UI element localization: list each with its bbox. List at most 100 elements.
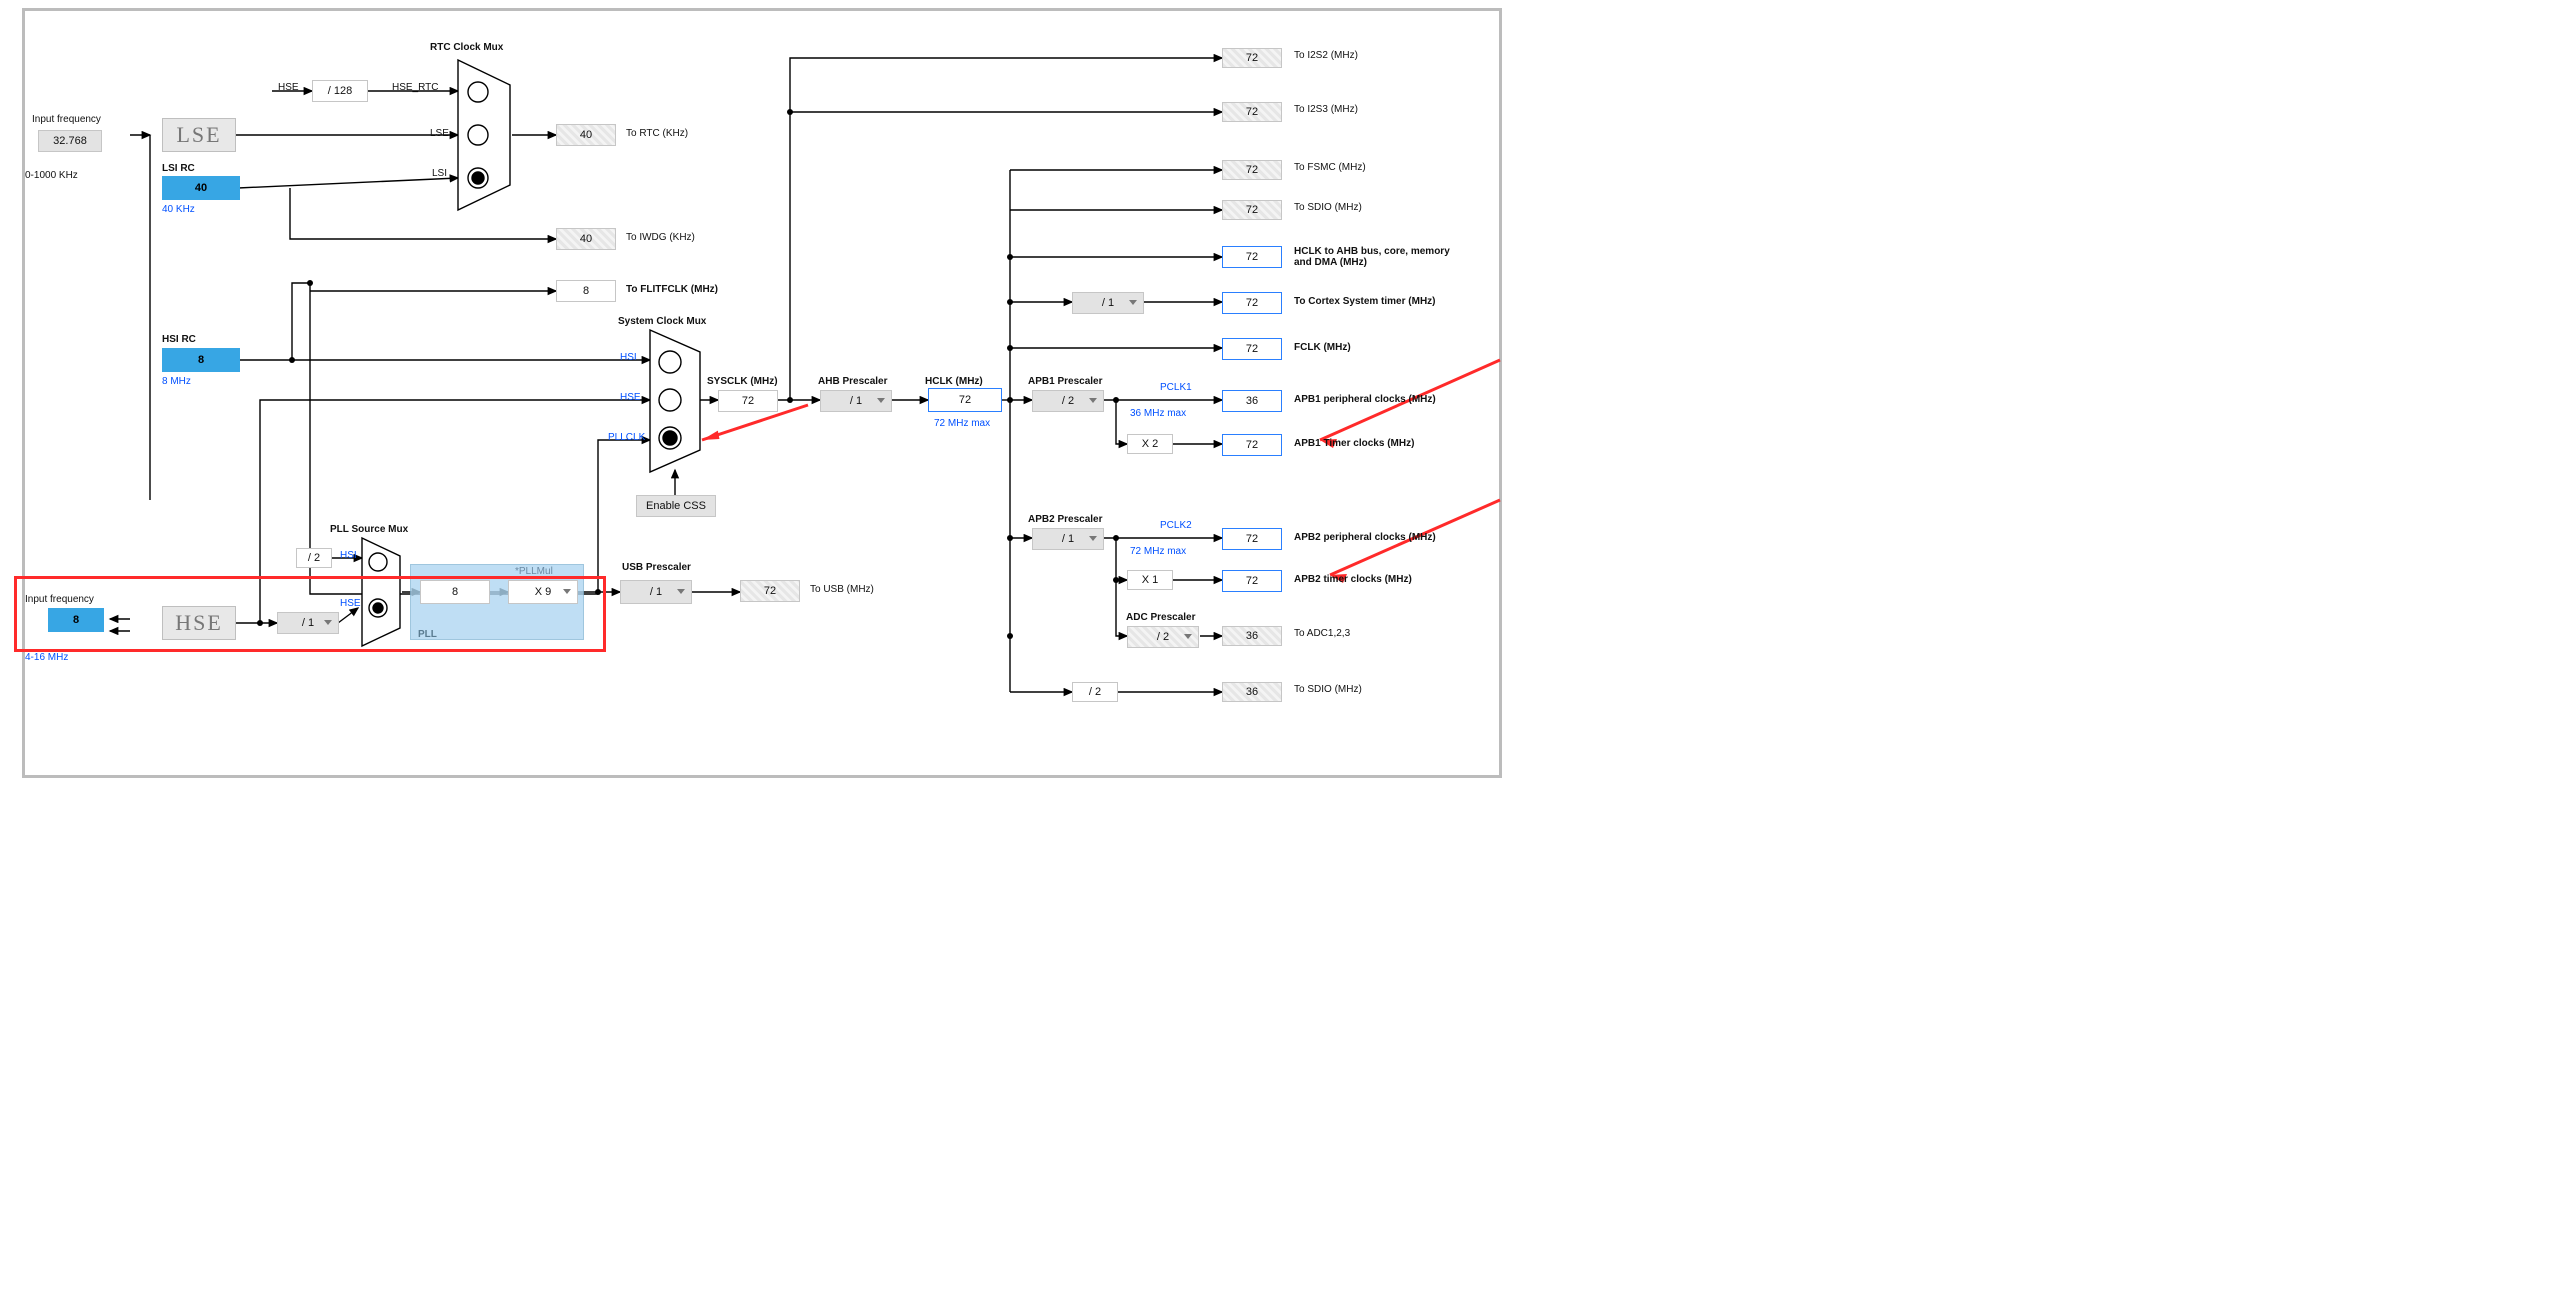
usb-prescaler-label: USB Prescaler: [622, 562, 691, 573]
sys-hsi-label: HSI: [620, 352, 637, 363]
hsi-rc-label: HSI RC: [162, 334, 196, 345]
ahb-prescaler-label: AHB Prescaler: [818, 376, 887, 387]
to-sdio-label: To SDIO (MHz): [1294, 202, 1362, 213]
out-sdio2: 36: [1222, 682, 1282, 702]
chevron-down-icon: [1184, 634, 1192, 639]
out-i2s2: 72: [1222, 48, 1282, 68]
sys-pllclk-label: PLLCLK: [608, 432, 645, 443]
apb2-div-value: / 1: [1062, 533, 1074, 545]
pll-tag: PLL: [418, 629, 437, 640]
sysclk-value[interactable]: 72: [718, 390, 778, 412]
to-flit-label: To FLITFCLK (MHz): [626, 284, 718, 295]
out-i2s3: 72: [1222, 102, 1282, 122]
out-apb2-timer[interactable]: 72: [1222, 570, 1282, 592]
usb-div-value: / 1: [650, 586, 662, 598]
to-rtc-label: To RTC (KHz): [626, 128, 688, 139]
pll-input-value[interactable]: 8: [420, 580, 490, 604]
sdio-div-box: / 2: [1072, 682, 1118, 702]
lsi-hint: 40 KHz: [162, 204, 195, 215]
lse-source: LSE: [162, 118, 236, 152]
hsi-pllsrc-label: HSI: [340, 550, 357, 561]
pll-src-mux-label: PLL Source Mux: [330, 524, 408, 535]
pllmul-tag: *PLLMul: [515, 566, 553, 577]
input-freq-1-label: Input frequency: [32, 114, 101, 125]
to-cortex-label: To Cortex System timer (MHz): [1294, 296, 1436, 307]
adc-prescaler-label: ADC Prescaler: [1126, 612, 1195, 623]
out-fclk[interactable]: 72: [1222, 338, 1282, 360]
to-fsmc-label: To FSMC (MHz): [1294, 162, 1366, 173]
pclk2-label: PCLK2: [1160, 520, 1192, 531]
lsi-value[interactable]: 40: [162, 176, 240, 200]
lse-line-label: LSE: [430, 128, 449, 139]
input-freq-2-value[interactable]: 8: [48, 608, 104, 632]
chevron-down-icon: [877, 398, 885, 403]
hsi-div2-box: / 2: [296, 548, 332, 568]
input-freq-1-range: 0-1000 KHz: [25, 170, 78, 181]
out-apb2-periph[interactable]: 72: [1222, 528, 1282, 550]
cortex-div-select[interactable]: / 1: [1072, 292, 1144, 314]
lsi-rc-label: LSI RC: [162, 163, 195, 174]
to-usb-label: To USB (MHz): [810, 584, 874, 595]
apb2-periph-label: APB2 peripheral clocks (MHz): [1294, 532, 1436, 543]
out-fsmc: 72: [1222, 160, 1282, 180]
rtc-out: 40: [556, 124, 616, 146]
hse-pllsrc-label: HSE: [340, 598, 361, 609]
out-cortex[interactable]: 72: [1222, 292, 1282, 314]
out-hclk[interactable]: 72: [1222, 246, 1282, 268]
sys-hse-label: HSE: [620, 392, 641, 403]
chevron-down-icon: [677, 589, 685, 594]
div128-box: / 128: [312, 80, 368, 102]
hsi-value[interactable]: 8: [162, 348, 240, 372]
hclk-value[interactable]: 72: [928, 388, 1002, 412]
hse-div-value: / 1: [302, 617, 314, 629]
sysclk-label: SYSCLK (MHz): [707, 376, 778, 387]
to-i2s2-label: To I2S2 (MHz): [1294, 50, 1358, 61]
ahb-div-select[interactable]: / 1: [820, 390, 892, 412]
lsi-line-label: LSI: [432, 168, 447, 179]
hclk-max: 72 MHz max: [934, 418, 990, 429]
hse-line-label: HSE: [278, 82, 299, 93]
sys-mux-label: System Clock Mux: [618, 316, 706, 327]
adc-div-select[interactable]: / 2: [1127, 626, 1199, 648]
pll-mul-select[interactable]: X 9: [508, 580, 578, 604]
fclk-label: FCLK (MHz): [1294, 342, 1351, 353]
input-freq-2-label: Input frequency: [25, 594, 94, 605]
enable-css-button[interactable]: Enable CSS: [636, 495, 716, 517]
apb1-prescaler-label: APB1 Prescaler: [1028, 376, 1103, 387]
hse-source: HSE: [162, 606, 236, 640]
out-apb1-timer[interactable]: 72: [1222, 434, 1282, 456]
iwdg-out: 40: [556, 228, 616, 250]
flit-out: 8: [556, 280, 616, 302]
usb-out: 72: [740, 580, 800, 602]
ahb-div-value: / 1: [850, 395, 862, 407]
to-i2s3-label: To I2S3 (MHz): [1294, 104, 1358, 115]
apb1-div-value: / 2: [1062, 395, 1074, 407]
chevron-down-icon: [1129, 300, 1137, 305]
cortex-div-value: / 1: [1102, 297, 1114, 309]
chevron-down-icon: [324, 620, 332, 625]
hse-rtc-label: HSE_RTC: [392, 82, 439, 93]
to-adc-label: To ADC1,2,3: [1294, 628, 1350, 639]
apb1-periph-label: APB1 peripheral clocks (MHz): [1294, 394, 1436, 405]
apb1-timer-label: APB1 Timer clocks (MHz): [1294, 438, 1414, 449]
input-freq-1-value[interactable]: 32.768: [38, 130, 102, 152]
out-adc: 36: [1222, 626, 1282, 646]
hclk-out-label: HCLK to AHB bus, core, memory and DMA (M…: [1294, 246, 1454, 268]
apb2-div-select[interactable]: / 1: [1032, 528, 1104, 550]
hse-div-select[interactable]: / 1: [277, 612, 339, 634]
chevron-down-icon: [1089, 398, 1097, 403]
hclk-label: HCLK (MHz): [925, 376, 983, 387]
clock-tree-diagram: Input frequency 32.768 0-1000 KHz LSE LS…: [0, 0, 1530, 786]
input-freq-2-range: 4-16 MHz: [25, 652, 68, 663]
pll-mul-value: X 9: [535, 586, 552, 598]
adc-div-value: / 2: [1157, 631, 1169, 643]
apb1-mult-box: X 2: [1127, 434, 1173, 454]
hsi-hint: 8 MHz: [162, 376, 191, 387]
to-iwdg-label: To IWDG (KHz): [626, 232, 695, 243]
out-apb1-periph[interactable]: 36: [1222, 390, 1282, 412]
rtc-mux-label: RTC Clock Mux: [430, 42, 503, 53]
chevron-down-icon: [563, 589, 571, 594]
usb-div-select[interactable]: / 1: [620, 580, 692, 604]
chevron-down-icon: [1089, 536, 1097, 541]
apb1-div-select[interactable]: / 2: [1032, 390, 1104, 412]
